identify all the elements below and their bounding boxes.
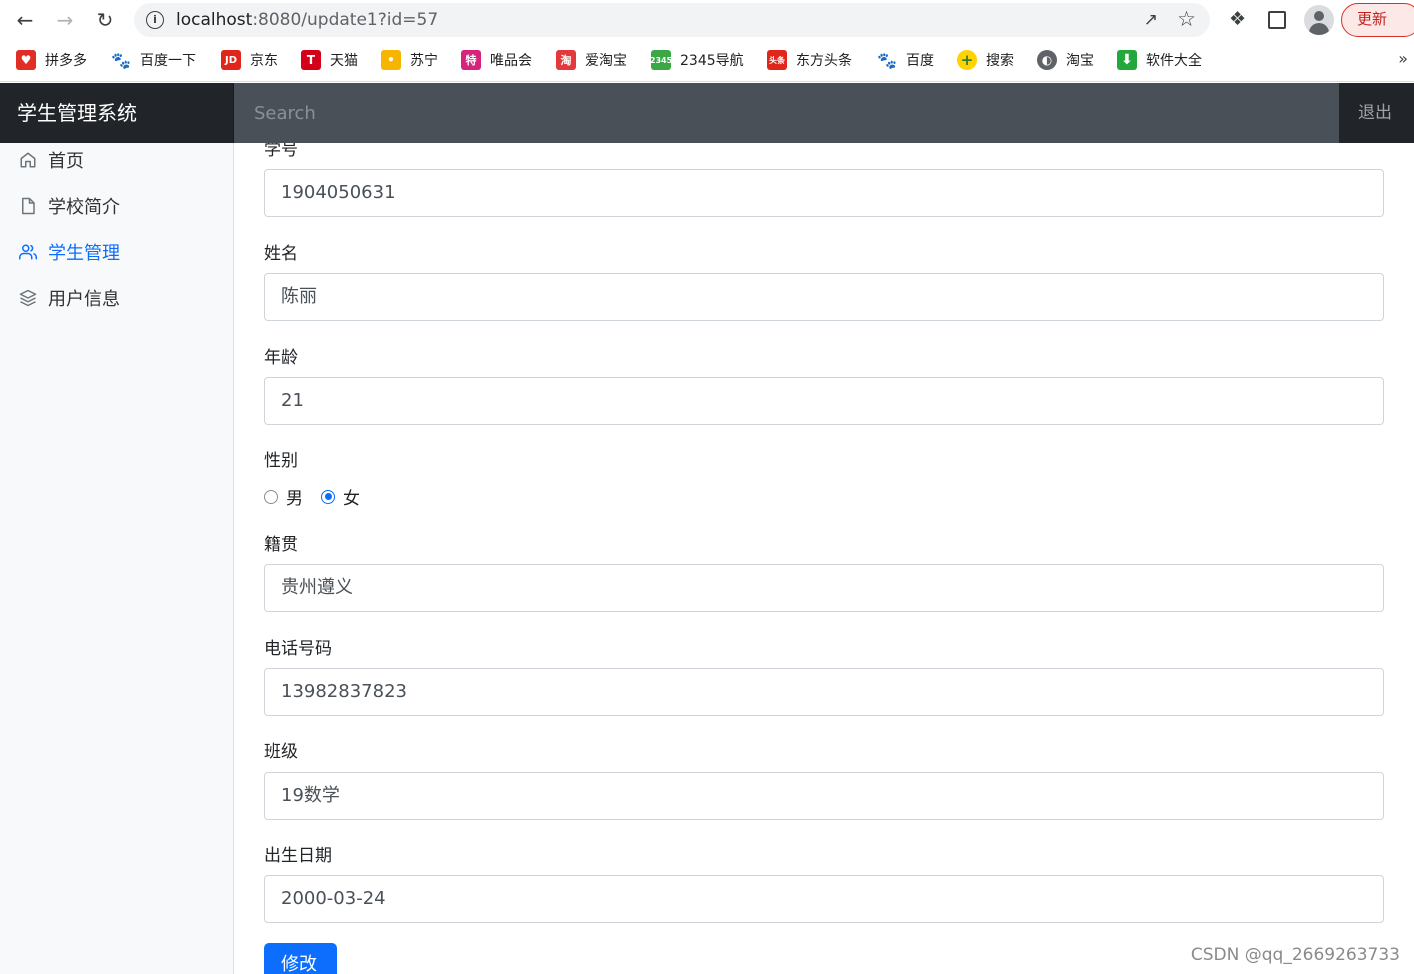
update-submit-button[interactable]: 修改 xyxy=(264,943,337,974)
sidebar-item-students[interactable]: 学生管理 xyxy=(0,232,233,272)
forward-icon[interactable]: → xyxy=(51,6,79,34)
student-id-field[interactable]: 1904050631 xyxy=(264,169,1384,217)
age-field[interactable]: 21 xyxy=(264,377,1384,425)
globe-icon: ◐ xyxy=(1037,50,1057,70)
aitaobao-icon: 淘 xyxy=(556,50,576,70)
site-info-icon[interactable]: i xyxy=(146,11,164,29)
reload-icon[interactable]: ↻ xyxy=(91,6,119,34)
class-field[interactable]: 19数学 xyxy=(264,772,1384,820)
sidebar-item-label: 学生管理 xyxy=(48,243,120,264)
gender-female-radio[interactable] xyxy=(321,489,335,504)
bookmark-item[interactable]: ◐ 淘宝 xyxy=(1037,50,1094,70)
birth-date-label: 出生日期 xyxy=(264,846,332,866)
bookmark-item[interactable]: 特唯品会 xyxy=(461,50,532,70)
tmall-icon: T xyxy=(301,50,321,70)
bookmark-item[interactable]: • 苏宁 xyxy=(381,50,438,70)
pinduoduo-icon: ♥ xyxy=(16,50,36,70)
bookmark-item[interactable]: 淘爱淘宝 xyxy=(556,50,627,70)
share-icon[interactable]: ↗ xyxy=(1144,10,1158,30)
search-plus-icon: + xyxy=(957,50,977,70)
users-icon xyxy=(18,242,38,262)
bookmarks-bar: ♥ 拼多多 🐾 百度一下 JD 京东 T 天猫 • 苏宁 特唯品会 淘爱淘宝 2345 23… xyxy=(0,40,1414,82)
bookmark-item[interactable]: + 搜索 xyxy=(957,50,1014,70)
side-panel-icon[interactable] xyxy=(1268,11,1286,29)
student-id-label: 学号 xyxy=(264,143,298,160)
class-label: 班级 xyxy=(264,742,298,762)
watermark-text: CSDN @qq_2669263733 xyxy=(1190,945,1400,965)
update-button[interactable]: 更新 xyxy=(1341,3,1414,37)
phone-field[interactable]: 13982837823 xyxy=(264,668,1384,716)
bookmark-item[interactable]: T 天猫 xyxy=(301,50,358,70)
bookmark-item[interactable]: 🐾 百度一下 xyxy=(111,50,196,70)
address-bar[interactable]: i localhost:8080/update1?id=57 ↗ ☆ xyxy=(134,3,1210,37)
age-label: 年龄 xyxy=(264,348,298,368)
gender-male-radio[interactable] xyxy=(264,489,278,504)
hometown-label: 籍贯 xyxy=(264,535,298,555)
baidu-paw-icon: 🐾 xyxy=(877,50,897,70)
vip-icon: 特 xyxy=(461,50,481,70)
gender-radio-group: 男 女 xyxy=(264,484,360,509)
search-input[interactable] xyxy=(234,83,1339,143)
sidebar-item-intro[interactable]: 学校简介 xyxy=(0,186,233,226)
sidebar-item-label: 首页 xyxy=(48,151,84,172)
bookmark-item[interactable]: ♥ 拼多多 xyxy=(16,50,87,70)
sidebar: 首页 学校简介 学生管理 用户信息 xyxy=(0,143,234,974)
browser-toolbar: ← → ↻ i localhost:8080/update1?id=57 ↗ ☆… xyxy=(0,0,1414,40)
bookmark-item[interactable]: 2345 2345导航 xyxy=(650,50,744,70)
bookmark-star-icon[interactable]: ☆ xyxy=(1177,7,1196,31)
baidu-paw-icon: 🐾 xyxy=(111,50,131,70)
gender-male-label: 男 xyxy=(286,489,303,509)
sidebar-item-userinfo[interactable]: 用户信息 xyxy=(0,278,233,318)
student-edit-form: 学号 1904050631 姓名 陈丽 年龄 21 性别 男 女 籍贯 贵州遵义… xyxy=(234,143,1414,974)
profile-avatar-icon[interactable] xyxy=(1304,5,1334,35)
bookmark-item[interactable]: 头条 东方头条 xyxy=(767,50,852,70)
gender-label: 性别 xyxy=(264,451,298,471)
name-field[interactable]: 陈丽 xyxy=(264,273,1384,321)
home-icon xyxy=(18,150,38,170)
extensions-icon[interactable]: ❖ xyxy=(1229,8,1246,30)
birth-date-field[interactable]: 2000-03-24 xyxy=(264,875,1384,923)
sidebar-item-label: 学校简介 xyxy=(48,197,120,218)
bookmark-item[interactable]: 🐾 百度 xyxy=(877,50,934,70)
back-icon[interactable]: ← xyxy=(11,6,39,34)
toutiao-icon: 头条 xyxy=(767,50,787,70)
sidebar-item-home[interactable]: 首页 xyxy=(0,140,233,180)
suning-icon: • xyxy=(381,50,401,70)
brand-title[interactable]: 学生管理系统 xyxy=(0,83,234,143)
bookmark-item[interactable]: ⬇ 软件大全 xyxy=(1117,50,1202,70)
hometown-field[interactable]: 贵州遵义 xyxy=(264,564,1384,612)
nav-2345-icon: 2345 xyxy=(650,50,672,70)
url-text[interactable]: localhost:8080/update1?id=57 xyxy=(176,10,438,30)
download-icon: ⬇ xyxy=(1117,50,1137,70)
name-label: 姓名 xyxy=(264,244,298,264)
file-icon xyxy=(18,196,38,216)
signout-link[interactable]: 退出 xyxy=(1339,83,1414,143)
app-navbar: 学生管理系统 退出 xyxy=(0,83,1414,143)
bookmarks-more-icon[interactable]: » xyxy=(1398,49,1408,68)
layers-icon xyxy=(18,288,38,308)
phone-label: 电话号码 xyxy=(264,639,332,659)
jd-icon: JD xyxy=(221,50,241,70)
sidebar-item-label: 用户信息 xyxy=(48,289,120,310)
bookmark-item[interactable]: JD 京东 xyxy=(221,50,278,70)
gender-female-label: 女 xyxy=(343,489,360,509)
